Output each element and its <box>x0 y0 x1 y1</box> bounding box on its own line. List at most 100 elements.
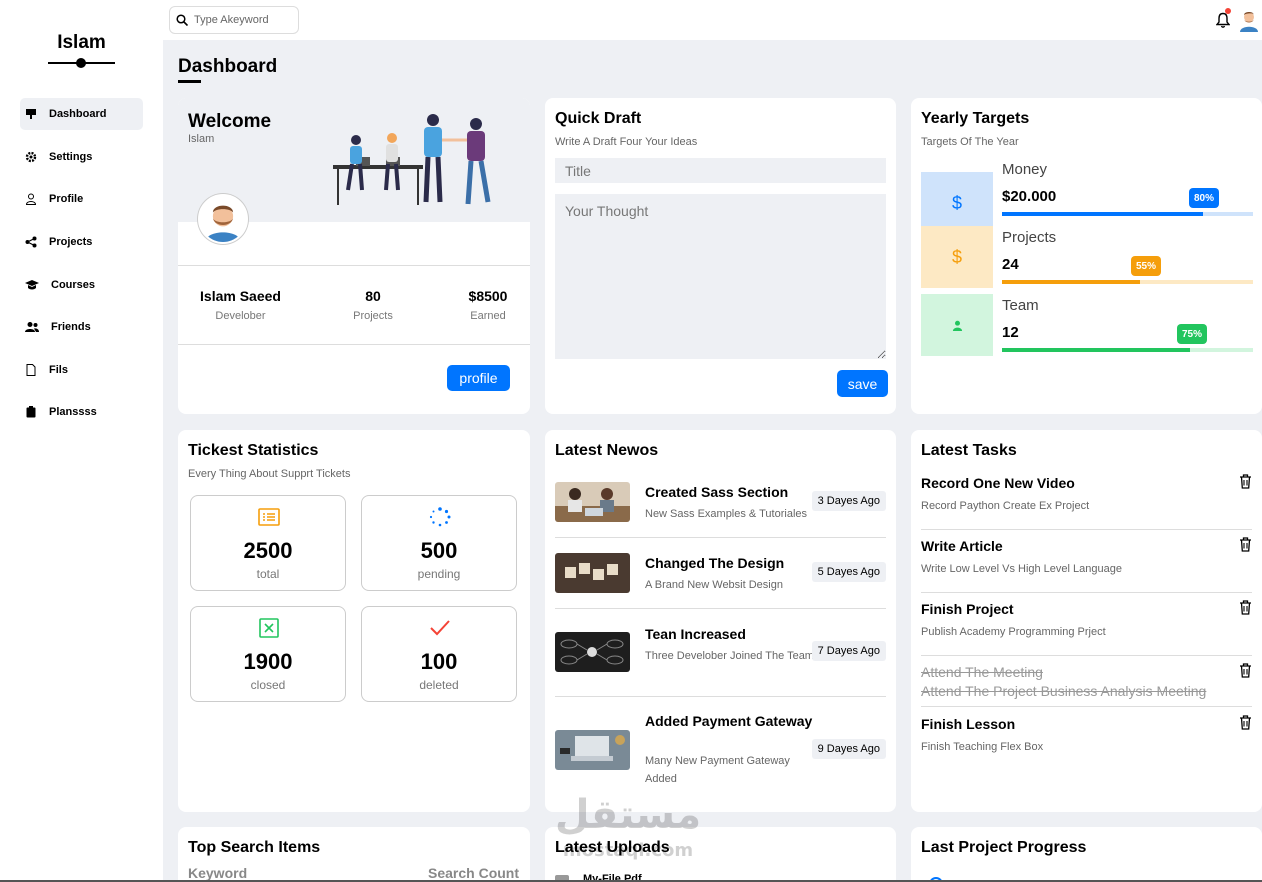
save-button[interactable]: save <box>837 370 888 397</box>
task-description: Publish Academy Programming Prject <box>921 626 1106 638</box>
stat-label: Earned <box>470 310 506 322</box>
sidebar-item-friends[interactable]: Friends <box>20 311 143 343</box>
target-value: $20.000 <box>1002 188 1057 205</box>
ticket-label: closed <box>250 678 286 692</box>
sidebar-item-dashboard[interactable]: Dashboard <box>20 98 143 130</box>
sidebar-item-profile[interactable]: Profile <box>20 183 143 215</box>
top-search-card: Top Search Items Keyword Search Count <box>178 827 530 882</box>
trash-icon[interactable] <box>1239 474 1252 489</box>
card-title: Tickest Statistics <box>188 442 319 459</box>
news-thumbnail <box>555 553 630 593</box>
news-item[interactable]: Changed The Design A Brand New Websit De… <box>555 551 886 607</box>
card-title: Latest Tasks <box>921 442 1017 459</box>
stat-value: 80 <box>365 288 381 304</box>
target-name: Team <box>1002 297 1039 314</box>
news-item[interactable]: Created Sass Section New Sass Examples &… <box>555 480 886 536</box>
sidebar-item-label: Courses <box>51 279 96 291</box>
topbar <box>163 0 1262 40</box>
news-item[interactable]: Tean Increased Three Develober Joined Th… <box>555 622 886 688</box>
target-name: Projects <box>1002 229 1057 246</box>
divider <box>921 592 1252 593</box>
ticket-value: 100 <box>420 649 458 674</box>
news-title: Created Sass Section <box>645 484 789 500</box>
card-subtitle: Targets Of The Year <box>921 136 1019 148</box>
ticket-value: 2500 <box>243 538 293 563</box>
column-header-count: Search Count <box>428 865 520 881</box>
news-date-badge: 3 Dayes Ago <box>811 491 886 511</box>
card-title: Top Search Items <box>188 839 321 856</box>
user-icon <box>921 294 993 356</box>
sidebar-item-courses[interactable]: Courses <box>20 269 143 301</box>
task-description: Attend The Project Business Analysis Mee… <box>921 683 1207 699</box>
stat-label: Projects <box>353 310 393 322</box>
news-description: Many New Payment Gateway Added <box>645 755 790 785</box>
ticket-stat-total: 2500 total <box>190 495 346 591</box>
latest-tasks-card: Latest Tasks Record One New Video Record… <box>911 430 1262 812</box>
news-thumbnail <box>555 730 630 770</box>
news-item[interactable]: Added Payment Gateway Many New Payment G… <box>555 712 886 788</box>
welcome-stat-projects: 80 Projects <box>323 288 423 322</box>
avatar[interactable] <box>1239 10 1259 32</box>
card-title: Quick Draft <box>555 110 642 127</box>
progress-bar <box>1002 348 1253 352</box>
sidebar-item-projects[interactable]: Projects <box>20 226 143 258</box>
news-title: Tean Increased <box>645 626 746 642</box>
card-subtitle: Write A Draft Four Your Ideas <box>555 136 698 148</box>
stat-label: Develober <box>215 310 266 322</box>
yearly-targets-card: Yearly Targets Targets Of The Year $ Mon… <box>911 98 1262 414</box>
sidebar-item-files[interactable]: Fils <box>20 354 143 386</box>
draft-body-textarea[interactable] <box>555 194 886 359</box>
search-input[interactable] <box>194 14 294 26</box>
quick-draft-card: Quick Draft Write A Draft Four Your Idea… <box>545 98 896 414</box>
ticket-label: total <box>256 567 280 581</box>
welcome-stat-name: Islam Saeed Develober <box>188 288 293 322</box>
progress-bar <box>1002 280 1253 284</box>
project-progress-card: Last Project Progress <box>911 827 1262 882</box>
progress-bar <box>1002 212 1253 216</box>
sidebar-item-plans[interactable]: Planssss <box>20 396 143 428</box>
sidebar-item-label: Friends <box>51 321 91 333</box>
card-title: Last Project Progress <box>921 839 1087 856</box>
news-description: Three Develober Joined The Team <box>645 650 814 662</box>
dollar-icon: $ <box>921 172 993 234</box>
trash-icon[interactable] <box>1239 600 1252 615</box>
list-icon <box>258 508 280 526</box>
news-title: Changed The Design <box>645 555 785 571</box>
task-description: Finish Teaching Flex Box <box>921 741 1044 753</box>
page-title: Dashboard <box>178 56 278 77</box>
divider <box>178 344 530 345</box>
sidebar-item-label: Settings <box>49 151 93 163</box>
target-name: Money <box>1002 161 1048 178</box>
news-thumbnail <box>555 482 630 522</box>
divider <box>921 655 1252 656</box>
task-title: Attend The Meeting <box>921 664 1043 680</box>
divider <box>921 529 1252 530</box>
close-square-icon <box>259 618 279 638</box>
bell-icon[interactable] <box>1216 12 1230 28</box>
trash-icon[interactable] <box>1239 715 1252 730</box>
users-icon <box>25 322 39 332</box>
draft-title-input[interactable] <box>555 158 886 183</box>
news-description: A Brand New Websit Design <box>645 579 783 591</box>
page-title-underline <box>178 80 201 83</box>
task-title: Record One New Video <box>921 475 1075 491</box>
welcome-subtitle: Islam <box>188 133 215 145</box>
file-icon <box>26 364 36 376</box>
welcome-title: Welcome <box>188 111 272 132</box>
clipboard-icon <box>26 406 36 418</box>
card-subtitle: Every Thing About Supprt Tickets <box>188 468 351 480</box>
trash-icon[interactable] <box>1239 663 1252 678</box>
divider <box>555 696 886 697</box>
ticket-label: deleted <box>419 678 459 692</box>
spinner-icon <box>429 507 451 527</box>
task-description: Write Low Level Vs High Level Language <box>921 563 1122 575</box>
trash-icon[interactable] <box>1239 537 1252 552</box>
profile-button[interactable]: profile <box>447 365 510 391</box>
dollar-icon: $ <box>921 226 993 288</box>
share-icon <box>25 236 37 248</box>
search-box[interactable] <box>169 6 299 34</box>
sidebar-item-label: Profile <box>49 193 84 205</box>
sidebar-item-settings[interactable]: Settings <box>20 141 143 173</box>
news-description: New Sass Examples & Tutoriales <box>645 508 808 520</box>
stat-value: $8500 <box>468 288 508 304</box>
